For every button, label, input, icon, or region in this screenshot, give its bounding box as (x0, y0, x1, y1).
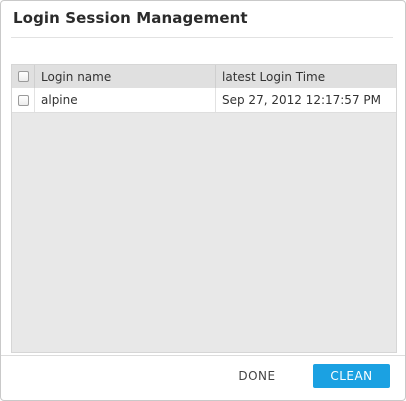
login-session-dialog: Login Session Management Login name late… (0, 0, 406, 401)
login-name-cell: alpine (34, 88, 215, 112)
done-button[interactable]: DONE (229, 364, 285, 388)
row-checkbox[interactable] (17, 94, 29, 106)
select-all-checkbox[interactable] (17, 71, 29, 82)
dialog-title: Login Session Management (13, 9, 248, 27)
table-row[interactable]: alpine Sep 27, 2012 12:17:57 PM (12, 88, 396, 113)
column-header-latest-login-time[interactable]: latest Login Time (215, 65, 396, 88)
column-header-login-name[interactable]: Login name (34, 65, 215, 88)
title-divider (11, 37, 393, 38)
row-checkbox-cell (12, 88, 34, 112)
header-checkbox-cell (12, 65, 34, 88)
footer-divider (1, 355, 405, 356)
clean-button[interactable]: CLEAN (313, 364, 390, 388)
session-table: Login name latest Login Time alpine Sep … (11, 64, 397, 353)
latest-login-time-cell: Sep 27, 2012 12:17:57 PM (215, 88, 396, 112)
table-header-row: Login name latest Login Time (12, 65, 396, 89)
